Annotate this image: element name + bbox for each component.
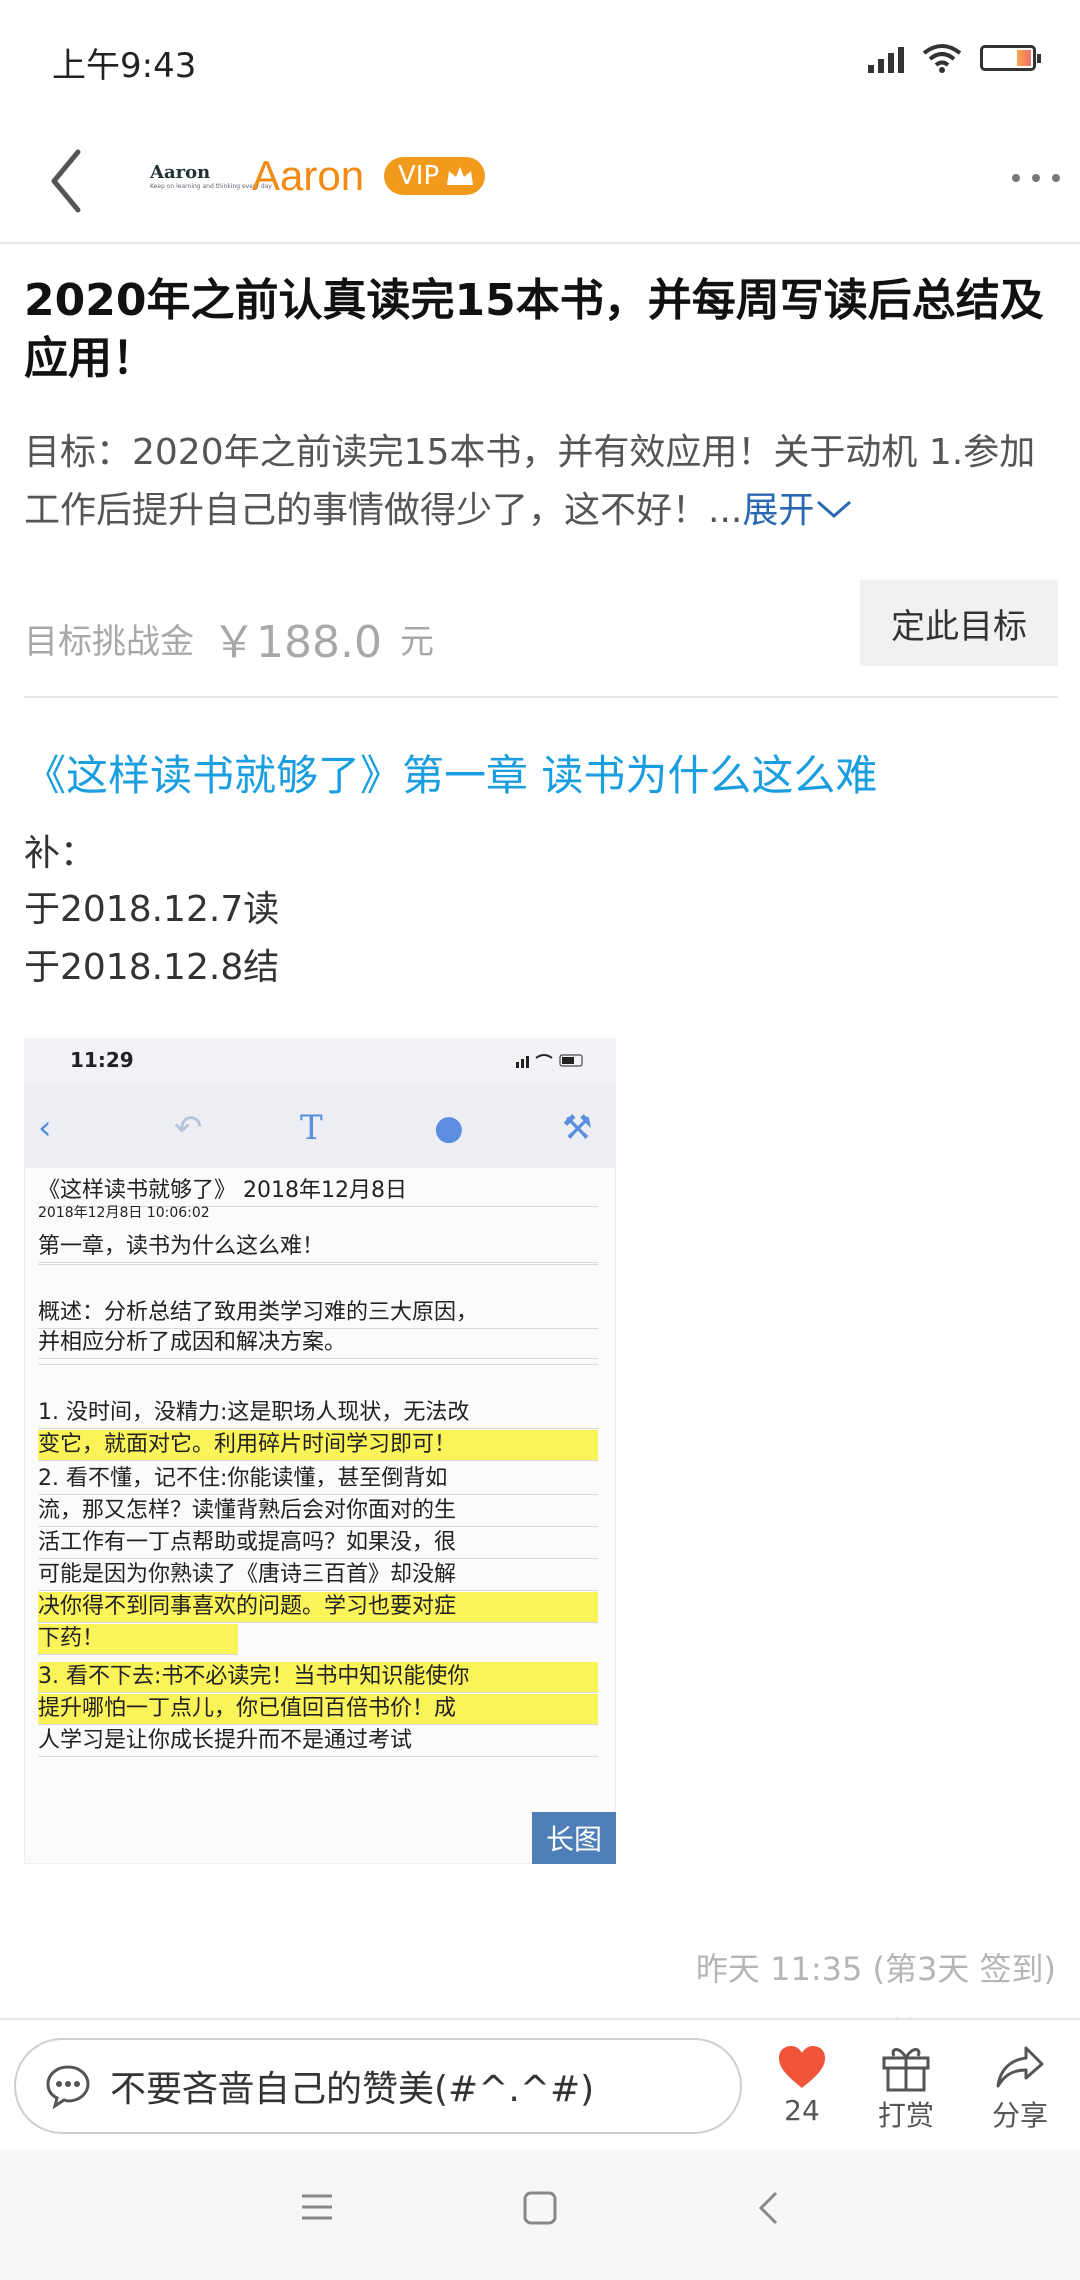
status-time: 上午9:43 (52, 46, 197, 86)
battery-icon (980, 45, 1041, 71)
vip-badge: VIP (384, 157, 486, 195)
back-nav-icon[interactable] (756, 2190, 780, 2226)
share-label: 分享 (991, 2099, 1048, 2132)
reward-label: 打赏 (877, 2099, 934, 2132)
image-line (38, 1364, 598, 1365)
image-line: 3. 看不下去:书不必读完！当书中知识能使你 (38, 1662, 598, 1693)
expand-link[interactable]: 展开 (742, 490, 854, 531)
image-line: 变它，就面对它。利用碎片时间学习即可！ (38, 1430, 598, 1461)
reward-button[interactable]: 打赏 (856, 2040, 956, 2134)
vip-label: VIP (398, 161, 440, 191)
image-line (38, 1264, 598, 1265)
bounty-label: 目标挑战金 (24, 621, 194, 662)
app-header: Aaron Keep on learning and thinking ever… (0, 120, 1080, 244)
image-line: 提升哪怕一丁点儿，你已值回百倍书价！成 (38, 1694, 598, 1725)
user-name[interactable]: Aaron (252, 152, 364, 200)
bounty-amount: ￥188.0 (212, 617, 382, 668)
image-line: 活工作有一丁点帮助或提高吗？如果没，很 (38, 1528, 598, 1559)
action-bar: 不要吝啬自己的赞美(#^.^#) 24 打赏 分享 (0, 2018, 1080, 2150)
comment-input[interactable]: 不要吝啬自己的赞美(#^.^#) (14, 2038, 742, 2134)
like-count: 24 (784, 2094, 820, 2127)
image-line: 人学习是让你成长提升而不是通过考试 (38, 1726, 598, 1757)
long-image-badge: 长图 (532, 1812, 616, 1864)
status-bar: 上午9:43 (0, 0, 1080, 120)
image-toolbar: ‹ ↶ T ● ⚒ (24, 1084, 616, 1168)
image-line: 可能是因为你熟读了《唐诗三百首》却没解 (38, 1560, 598, 1591)
user-logo[interactable]: Aaron Keep on learning and thinking ever… (150, 162, 272, 198)
wrench-icon: ⚒ (562, 1108, 593, 1148)
goal-description: 目标：2020年之前读完15本书，并有效应用！关于动机 1.参加工作后提升自己的… (24, 424, 1054, 540)
image-line: 下药！ (38, 1624, 238, 1655)
logo-text: Aaron (150, 162, 211, 183)
image-line: 流，那又怎样？读懂背熟后会对你面对的生 (38, 1496, 598, 1527)
post-line: 于2018.12.7读 (24, 889, 280, 930)
like-button[interactable]: 24 (752, 2040, 852, 2127)
menu-icon[interactable] (300, 2190, 334, 2224)
image-line: 《这样读书就够了》 2018年12月8日 (38, 1176, 598, 1207)
undo-icon: ↶ (174, 1108, 203, 1148)
goal-description-text: 目标：2020年之前读完15本书，并有效应用！关于动机 1.参加工作后提升自己的… (24, 432, 1036, 531)
image-status-icons (516, 1052, 586, 1068)
image-status-bar: 11:29 (24, 1038, 616, 1084)
set-goal-button[interactable]: 定此目标 (860, 580, 1058, 666)
bounty-unit: 元 (399, 621, 434, 662)
image-line: 2018年12月8日 10:06:02 (38, 1205, 210, 1221)
image-line: 决你得不到同事喜欢的问题。学习也要对症 (38, 1592, 598, 1623)
heart-icon (779, 2046, 825, 2088)
chevron-left-icon: ‹ (38, 1108, 52, 1148)
status-icons (868, 40, 1041, 76)
comment-icon (46, 2065, 90, 2110)
share-icon (996, 2046, 1044, 2088)
back-icon[interactable] (46, 146, 86, 216)
more-icon[interactable] (1012, 174, 1060, 182)
chevron-down-icon (817, 500, 852, 518)
microphone-icon: ● (434, 1108, 464, 1148)
image-line: 2. 看不懂，记不住:你能读懂，甚至倒背如 (38, 1464, 598, 1495)
share-button[interactable]: 分享 (970, 2040, 1070, 2134)
post-title[interactable]: 《这样读书就够了》第一章 读书为什么这么难 (24, 742, 1064, 803)
text-format-icon: T (300, 1108, 323, 1148)
post-timestamp: 昨天 11:35 (第3天 签到) (695, 1950, 1056, 1988)
goal-title: 2020年之前认真读完15本书，并每周写读后总结及应用！ (24, 275, 1044, 384)
signal-icon (868, 43, 904, 73)
wifi-icon (922, 44, 962, 73)
bounty-row: 目标挑战金 ￥188.0 元 (24, 606, 434, 670)
post-line: 于2018.12.8结 (24, 947, 280, 988)
crown-icon (447, 167, 474, 185)
image-time: 11:29 (70, 1048, 134, 1072)
post-image[interactable]: 11:29 ‹ ↶ T ● ⚒ 《这样读书就够了》 2018年12月8日 201… (24, 1038, 616, 1864)
logo-subtext: Keep on learning and thinking every day (150, 183, 272, 190)
image-line: 概述：分析总结了致用类学习难的三大原因， (38, 1298, 598, 1329)
home-icon[interactable] (522, 2190, 558, 2226)
system-nav-bar (0, 2150, 1080, 2280)
image-line: 1. 没时间，没精力:这是职场人现状，无法改 (38, 1398, 598, 1429)
image-line: 第一章，读书为什么这么难！ (38, 1232, 598, 1263)
gift-icon (882, 2048, 930, 2092)
divider (24, 696, 1058, 698)
post-line: 补： (24, 833, 97, 874)
image-line: 并相应分析了成因和解决方案。 (38, 1328, 598, 1359)
comment-placeholder: 不要吝啬自己的赞美(#^.^#) (110, 2069, 595, 2110)
